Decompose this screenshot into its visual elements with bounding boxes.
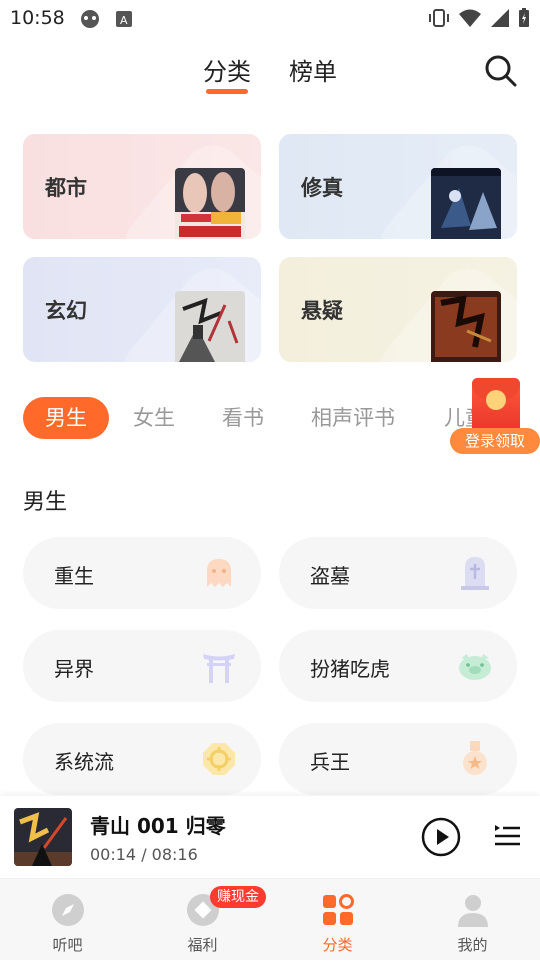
pig-icon: [459, 654, 491, 680]
category-label: 玄幻: [45, 299, 87, 323]
login-reward-promo[interactable]: 登录领取: [450, 378, 540, 456]
wifi-icon: [459, 9, 481, 27]
user-icon: [458, 895, 488, 927]
status-bar: 10:58 A: [0, 0, 540, 36]
signal-icon: [491, 9, 509, 27]
status-time: 10:58: [10, 7, 65, 29]
book-cover-image: [175, 168, 245, 239]
category-card-xuanyi[interactable]: 悬疑: [279, 257, 517, 362]
torii-gate-icon: [203, 654, 235, 683]
subgenre-other-world[interactable]: 异界: [23, 630, 261, 702]
genre-tab-female[interactable]: 女生: [133, 397, 175, 439]
category-card-dushi[interactable]: 都市: [23, 134, 261, 239]
category-label: 都市: [45, 176, 87, 200]
section-title: 男生: [23, 490, 68, 515]
subgenre-label: 重生: [54, 564, 94, 588]
tombstone-icon: [461, 557, 489, 590]
now-playing-title: 青山 001 归零: [90, 814, 226, 838]
top-tabs: 分类 榜单: [0, 52, 540, 102]
subgenre-rebirth[interactable]: 重生: [23, 537, 261, 609]
subgenre-soldier-king[interactable]: 兵王: [279, 723, 517, 795]
bottom-nav: 听吧 福利 分类 我的: [0, 878, 540, 960]
nav-label: 福利: [187, 936, 218, 954]
medal-icon: [463, 741, 487, 775]
playback-time: 00:14 / 08:16: [90, 845, 198, 864]
search-icon[interactable]: [484, 54, 518, 88]
category-card-xiuzhen[interactable]: 修真: [279, 134, 517, 239]
genre-tab-crosstalk[interactable]: 相声评书: [311, 397, 395, 439]
subgenre-label: 盗墓: [310, 564, 350, 588]
keyboard-a-icon: A: [116, 11, 132, 27]
app-notification-icon: [81, 10, 99, 28]
subgenre-label: 兵王: [310, 750, 350, 774]
genre-tab-reading[interactable]: 看书: [222, 397, 264, 439]
earn-cash-badge: 赚现金: [210, 886, 266, 908]
nav-label: 听吧: [52, 936, 83, 954]
genre-tab-male[interactable]: 男生: [23, 397, 109, 439]
octagon-target-icon: [203, 743, 235, 775]
subgenre-label: 异界: [54, 657, 94, 681]
play-button-icon[interactable]: [421, 817, 461, 857]
category-label: 修真: [301, 176, 343, 200]
tab-ranking[interactable]: 榜单: [289, 52, 337, 87]
category-card-xuanhuan[interactable]: 玄幻: [23, 257, 261, 362]
nav-label: 分类: [322, 936, 353, 954]
subgenre-tomb-raiding[interactable]: 盗墓: [279, 537, 517, 609]
mini-player[interactable]: 青山 001 归零 00:14 / 08:16: [0, 796, 540, 878]
book-cover-image: [431, 291, 501, 362]
compass-icon: [52, 894, 84, 926]
book-cover-image: [175, 291, 245, 362]
playlist-icon[interactable]: [493, 822, 521, 848]
vibrate-icon: [429, 9, 449, 27]
category-label: 悬疑: [301, 299, 343, 323]
active-tab-indicator: [206, 89, 248, 94]
tab-category[interactable]: 分类: [203, 52, 251, 87]
battery-icon: [519, 8, 529, 27]
nav-label: 我的: [457, 936, 488, 954]
svg-text:A: A: [120, 14, 128, 27]
ghost-icon: [207, 559, 231, 587]
nav-mine[interactable]: 我的: [405, 879, 540, 961]
grid-icon: [323, 894, 354, 925]
nav-category[interactable]: 分类: [270, 879, 405, 961]
subgenre-system[interactable]: 系统流: [23, 723, 261, 795]
subgenre-label: 系统流: [54, 750, 114, 774]
status-right-icons: [428, 7, 530, 29]
subgenre-pig-tiger[interactable]: 扮猪吃虎: [279, 630, 517, 702]
promo-label: 登录领取: [450, 428, 540, 454]
subgenre-label: 扮猪吃虎: [310, 657, 390, 681]
book-cover-image: [431, 168, 501, 239]
now-playing-cover: [14, 808, 72, 866]
nav-listen[interactable]: 听吧: [0, 879, 135, 961]
